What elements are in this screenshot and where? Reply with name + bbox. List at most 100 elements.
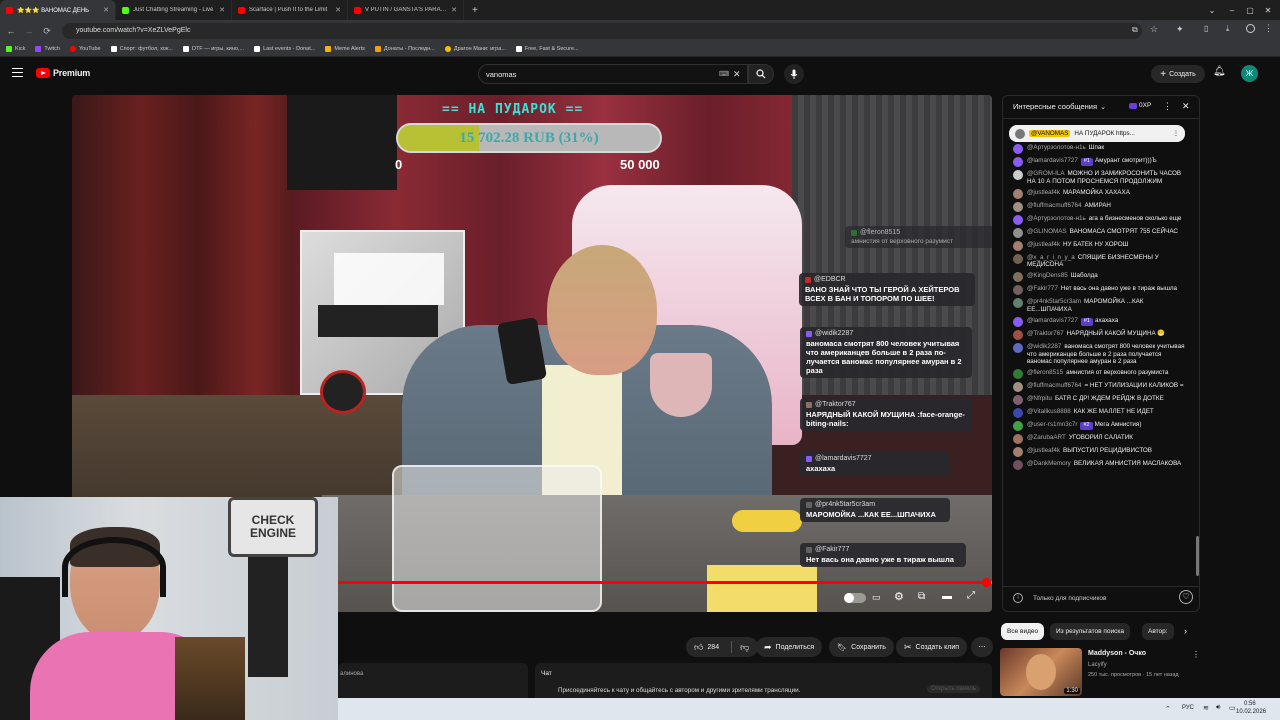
- chat-message[interactable]: @KingDens85 Шаболда: [1003, 271, 1193, 284]
- clock-time[interactable]: 0:56: [1244, 701, 1256, 707]
- settings-gear-icon[interactable]: ⚙︎: [894, 590, 904, 603]
- chat-scrollbar[interactable]: [1196, 536, 1199, 576]
- chat-message[interactable]: @user-rs1mn3c7r #2 Мега Амнистия): [1003, 420, 1193, 433]
- chat-message[interactable]: @GROM-ILA МОЖНО И ЗАМИКРОСОНИТЬ ЧАСОВ НА …: [1003, 169, 1193, 188]
- voice-search-button[interactable]: [784, 64, 804, 84]
- chat-menu-icon[interactable]: ⋮: [1163, 101, 1172, 112]
- bookmark-youtube[interactable]: YouTube: [69, 46, 101, 52]
- chat-username[interactable]: @Артурзолотов-н1ь: [1027, 215, 1086, 222]
- bookmark-meme-alerts[interactable]: Meme Alerts: [325, 46, 365, 52]
- chat-username[interactable]: @Fakir777: [1027, 285, 1058, 292]
- bookmark-dragon[interactable]: Драгон Мани: игра...: [444, 46, 506, 52]
- reload-icon[interactable]: ⟳: [38, 26, 56, 37]
- chat-message[interactable]: @Артурзолотов-н1ь ага а бизнесменов сколь…: [1003, 214, 1193, 227]
- notifications-bell-icon[interactable]: 🔔︎: [1213, 66, 1226, 77]
- browser-tab[interactable]: ⭐⭐⭐ ВАНОМАС ДЕНЬ ✕: [0, 0, 116, 20]
- chat-username[interactable]: @KingDens85: [1027, 272, 1068, 279]
- close-chat-icon[interactable]: ✕: [1182, 101, 1190, 112]
- create-button[interactable]: + Создать: [1151, 65, 1205, 83]
- chip-all-videos[interactable]: Все видео: [1001, 623, 1045, 640]
- chat-username[interactable]: @ZarubaART: [1027, 434, 1066, 441]
- info-icon[interactable]: i: [1013, 593, 1023, 603]
- search-button[interactable]: [748, 64, 774, 84]
- chat-username[interactable]: @fluffmacmuff6764: [1027, 202, 1081, 209]
- chat-message[interactable]: @pr4nk5tar5cr3am МАРОМОЙКА ...КАК ЕЕ...ШП…: [1003, 297, 1193, 316]
- browser-menu-icon[interactable]: ⋮: [1264, 23, 1273, 34]
- miniplayer-icon[interactable]: ⧉: [918, 591, 925, 602]
- chat-mode-dropdown[interactable]: Интересные сообщения ⌄: [1013, 102, 1106, 111]
- bookmark-free[interactable]: Free, Fast & Secure...: [515, 46, 579, 52]
- seek-handle[interactable]: [982, 578, 991, 587]
- more-icon[interactable]: ⋮: [1173, 130, 1179, 137]
- avatar[interactable]: Ж: [1241, 65, 1258, 82]
- address-bar[interactable]: youtube.com/watch?v=XeZLVePgElc: [62, 23, 1142, 39]
- chip-author[interactable]: Автор:: [1142, 623, 1174, 640]
- chat-message[interactable]: @fluffmacmuff6764 АМИРАН: [1003, 201, 1193, 214]
- chat-username[interactable]: @Vitalikus8888: [1027, 408, 1071, 415]
- browser-tab[interactable]: Scarface | Push It to the Limit ✕: [232, 0, 348, 20]
- chat-username[interactable]: @pr4nk5tar5cr3am: [1027, 298, 1081, 305]
- chat-message[interactable]: @justleaf4k ВЫПУСТИЛ РЕЦИДИВИСТОВ: [1003, 446, 1193, 459]
- chat-message[interactable]: @justleaf4k НУ БАТЕК НУ ХОРОШ: [1003, 240, 1193, 253]
- recommended-video[interactable]: 1:30 Maddyson - Очко Lacyify 250 тыс. пр…: [1000, 648, 1200, 696]
- browser-tab[interactable]: Just Chatting Streaming - Live ✕: [116, 0, 232, 20]
- install-app-icon[interactable]: ⧉: [1132, 25, 1138, 35]
- close-tab-icon[interactable]: ✕: [335, 6, 341, 14]
- chat-message[interactable]: @lamardavis7727 #1 Амурант смотрит)))Ъ: [1003, 156, 1193, 169]
- chat-message[interactable]: @ZarubaART УГОВОРИЛ САЛАТИК: [1003, 433, 1193, 446]
- chat-username[interactable]: @Traktor767: [1027, 330, 1064, 337]
- share-button[interactable]: ➦ Поделиться: [756, 637, 823, 657]
- create-clip-button[interactable]: ✂ Создать клип: [896, 637, 968, 657]
- chat-username[interactable]: @user-rs1mn3c7r: [1027, 421, 1077, 428]
- chat-username[interactable]: @GLINOMAS: [1027, 228, 1067, 235]
- profile-icon[interactable]: [1246, 24, 1255, 33]
- close-tab-icon[interactable]: ✕: [103, 6, 109, 14]
- bookmark-kick[interactable]: Kick: [6, 46, 25, 52]
- chat-username[interactable]: @fluffmacmuff6764: [1027, 382, 1081, 389]
- chat-username[interactable]: @justleaf4k: [1027, 241, 1060, 248]
- chat-message[interactable]: @Fakir777 Нет вась она давно уже в тираж …: [1003, 284, 1193, 297]
- bookmark-twitch[interactable]: Twitch: [35, 46, 60, 52]
- save-button[interactable]: 🔖︎ Сохранить: [829, 637, 894, 657]
- pinned-message[interactable]: @VANOMAS НА ПУДАРОК https... ⋮: [1009, 125, 1185, 142]
- more-actions-button[interactable]: ⋯: [971, 637, 993, 657]
- bookmark-donat[interactable]: Last events - Donat...: [254, 46, 315, 52]
- extensions-icon[interactable]: ✦: [1176, 24, 1184, 35]
- search-input[interactable]: vanomas ⌨ ✕: [478, 64, 748, 84]
- chat-message[interactable]: @x_a_r_i_n_y_a СПЯЩИЕ БИЗНЕСМЕНЫ У МЕДИСО…: [1003, 253, 1193, 272]
- bookmark-star-icon[interactable]: ☆: [1150, 24, 1158, 35]
- chat-message[interactable]: @fluffmacmuff6764 = НЕТ УТИЛИЗАЦИИ КАЛИКО…: [1003, 381, 1193, 394]
- chat-username[interactable]: @lamardavis7727: [1027, 317, 1078, 324]
- chat-message[interactable]: @GLINOMAS ВАНОМАСА СМОТРЯТ 755 СЕЙЧАС: [1003, 227, 1193, 240]
- download-icon[interactable]: ⤓: [1226, 24, 1230, 34]
- chat-message[interactable]: @DankMemory ВЕЛИКАЯ АМНИСТИЯ МАСЛАКОВА: [1003, 459, 1193, 472]
- bookmark-sport[interactable]: Спорт: футбол, хок...: [110, 46, 173, 52]
- chat-message[interactable]: @Nfrpitu БАТЯ С ДР! ЖДЕМ РЕЙДЖ В ДОТКЕ: [1003, 394, 1193, 407]
- back-icon[interactable]: ←: [2, 26, 20, 36]
- chat-message[interactable]: @Traktor767 НАРЯДНЫЙ КАКОЙ МУЩИНА 😬: [1003, 329, 1193, 342]
- bookmark-dtf[interactable]: DTF — игры, кино,...: [182, 46, 244, 52]
- tray-chevron-icon[interactable]: ⌃: [1165, 705, 1171, 713]
- chat-username[interactable]: @DankMemory: [1027, 460, 1071, 467]
- chat-message[interactable]: @lamardavis7727 #1 ахахаха: [1003, 316, 1193, 329]
- browser-tab[interactable]: V PUTIN / GANSTA'S PARADISE ✕: [348, 0, 464, 20]
- chat-username[interactable]: @GROM-ILA: [1027, 170, 1065, 177]
- chat-username[interactable]: @x_a_r_i_n_y_a: [1027, 254, 1075, 261]
- chevron-right-icon[interactable]: ›: [1184, 626, 1187, 636]
- wifi-icon[interactable]: ≋: [1203, 704, 1209, 712]
- fullscreen-icon[interactable]: ⤢: [967, 590, 975, 601]
- volume-icon[interactable]: 🔊︎: [1216, 704, 1220, 712]
- chat-username[interactable]: @Nfrpitu: [1027, 395, 1052, 402]
- chat-message[interactable]: @widik2287 ваномаса смотрят 800 человек у…: [1003, 342, 1193, 368]
- hamburger-menu-icon[interactable]: [12, 68, 23, 77]
- chat-username[interactable]: @justleaf4k: [1027, 447, 1060, 454]
- like-button[interactable]: 👍︎ 284 👎︎: [686, 637, 758, 657]
- battery-icon[interactable]: ▭: [1229, 704, 1236, 712]
- chat-username[interactable]: @justleaf4k: [1027, 189, 1060, 196]
- close-tab-icon[interactable]: ✕: [219, 6, 225, 14]
- chat-username[interactable]: @lamardavis7727: [1027, 157, 1078, 164]
- chat-username[interactable]: @fleron8515: [1027, 369, 1063, 376]
- thumbs-down-icon[interactable]: 👎︎: [740, 642, 749, 653]
- autoplay-toggle[interactable]: [844, 593, 866, 603]
- keyboard-icon[interactable]: ⌨: [719, 70, 729, 78]
